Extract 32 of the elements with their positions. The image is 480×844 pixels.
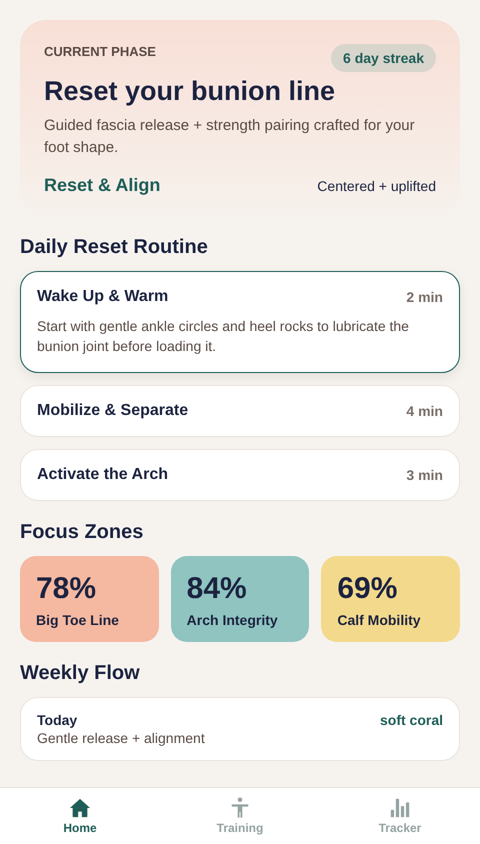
routine-step[interactable]: Mobilize & Separate 4 min <box>20 385 460 437</box>
day-label: Today <box>37 712 78 728</box>
step-duration: 3 min <box>406 467 443 483</box>
section-heading: Focus Zones <box>20 521 144 544</box>
phase-title: Reset your bunion line <box>44 76 336 107</box>
section-heading: Daily Reset Routine <box>20 236 209 259</box>
routine-step[interactable]: Wake Up & Warm 2 min Start with gentle ankle circles and heel rocks to lubricate the bunion joint before loading it. <box>20 271 460 373</box>
routine-step[interactable]: Activate the Arch 3 min <box>20 449 460 501</box>
phase-description: Guided fascia release + strength pairing crafted for your foot shape. <box>44 116 416 158</box>
step-title: Wake Up & Warm <box>37 288 168 306</box>
step-duration: 4 min <box>406 403 443 419</box>
plan-text: Gentle release + alignment <box>37 730 206 746</box>
nav-tab[interactable]: Home <box>30 796 130 836</box>
streak-badge: 6 day streak <box>331 44 436 72</box>
step-description: Start with gentle ankle circles and heel rocks to lubricate the bunion joint before loading it. <box>37 317 410 356</box>
step-duration: 2 min <box>406 289 443 305</box>
person-icon <box>229 797 251 819</box>
alignment-note: Centered + uplifted <box>317 178 436 194</box>
zone-percentage: 78% <box>36 572 98 606</box>
zone-label: Arch Integrity <box>186 612 279 628</box>
step-title: Mobilize & Separate <box>37 402 188 420</box>
zone-label: Calf Mobility <box>337 612 422 628</box>
zone-percentage: 69% <box>337 572 398 606</box>
bar-chart-icon <box>389 797 411 819</box>
section-heading: Weekly Flow <box>20 662 141 685</box>
zone-percentage: 84% <box>186 572 248 606</box>
tone-label: soft coral <box>380 712 443 728</box>
program-name: Reset & Align <box>44 175 160 196</box>
step-title: Activate the Arch <box>37 466 168 484</box>
home-icon <box>69 797 91 819</box>
zone-label: Big Toe Line <box>36 612 120 628</box>
phase-label: CURRENT PHASE <box>44 44 156 59</box>
